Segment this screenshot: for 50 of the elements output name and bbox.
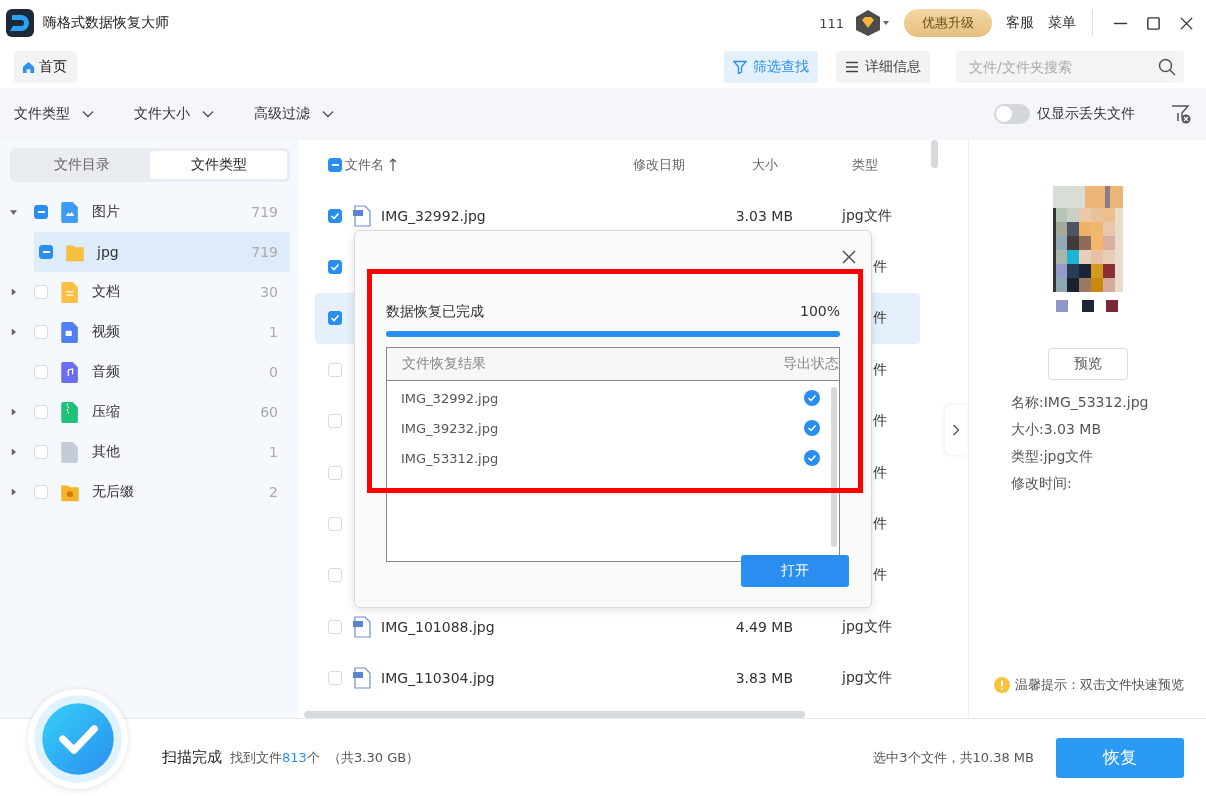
tree-label: 图片 <box>92 203 121 221</box>
file-type: 件 <box>872 412 888 431</box>
item-count: 30 <box>260 284 278 300</box>
file-name: IMG_53312.jpg <box>401 450 499 466</box>
file-name: IMG_110304.jpg <box>381 670 496 687</box>
tree-label: 其他 <box>92 443 121 461</box>
file-type: 件 <box>872 309 888 328</box>
file-type: 件 <box>872 515 888 534</box>
file-name: IMG_32992.jpg <box>381 207 487 224</box>
tree-label: jpg <box>97 244 120 260</box>
item-count: 0 <box>269 364 278 380</box>
column-header: 导出状态 <box>783 355 839 373</box>
file-type: jpg文件 <box>842 669 893 688</box>
file-type: jpg文件 <box>842 206 893 225</box>
scan-status: 扫描完成 <box>162 748 222 767</box>
column-header: 文件恢复结果 <box>402 355 486 373</box>
toggle-label: 仅显示丢失文件 <box>1037 105 1135 123</box>
tree-label: 文档 <box>92 283 121 301</box>
file-type: 件 <box>872 463 888 482</box>
tree-label: 压缩 <box>92 403 121 421</box>
item-count: 719 <box>251 204 278 220</box>
file-detail: 大小:3.03 MB <box>1011 421 1103 439</box>
file-detail: 名称:IMG_53312.jpg <box>1011 394 1149 412</box>
file-size: 3.83 MB <box>734 670 793 687</box>
file-size: 3.03 MB <box>734 207 793 224</box>
item-count: 1 <box>269 324 278 340</box>
file-name: IMG_101088.jpg <box>381 618 496 635</box>
tree-label: 音频 <box>92 363 121 381</box>
file-detail: 修改时间: <box>1011 475 1073 493</box>
selection-summary: 选中3个文件，共10.38 MB <box>873 748 1034 767</box>
dialog-title: 数据恢复已完成 <box>386 303 484 321</box>
file-type: jpg文件 <box>842 617 893 636</box>
item-count: 60 <box>260 404 278 420</box>
tip-text: 温馨提示：双击文件快速预览 <box>1015 676 1184 694</box>
item-count: 2 <box>269 484 278 500</box>
user-count: 111 <box>819 15 844 31</box>
app-title: 嗨格式数据恢复大师 <box>43 14 169 32</box>
item-count: 719 <box>251 244 278 260</box>
file-type: 件 <box>872 566 888 585</box>
file-name: IMG_39232.jpg <box>401 420 499 436</box>
found-summary: 找到文件813个 （共3.30 GB） <box>230 749 420 767</box>
file-detail: 类型:jpg文件 <box>1011 448 1095 466</box>
progress-percent: 100% <box>799 303 840 321</box>
item-count: 1 <box>269 444 278 460</box>
tree-label: 视频 <box>92 323 121 341</box>
file-type: 件 <box>872 258 888 277</box>
file-name: IMG_32992.jpg <box>401 390 499 406</box>
file-size: 4.49 MB <box>734 618 793 635</box>
tree-label: 无后缀 <box>92 483 135 501</box>
file-type: 件 <box>872 360 888 379</box>
